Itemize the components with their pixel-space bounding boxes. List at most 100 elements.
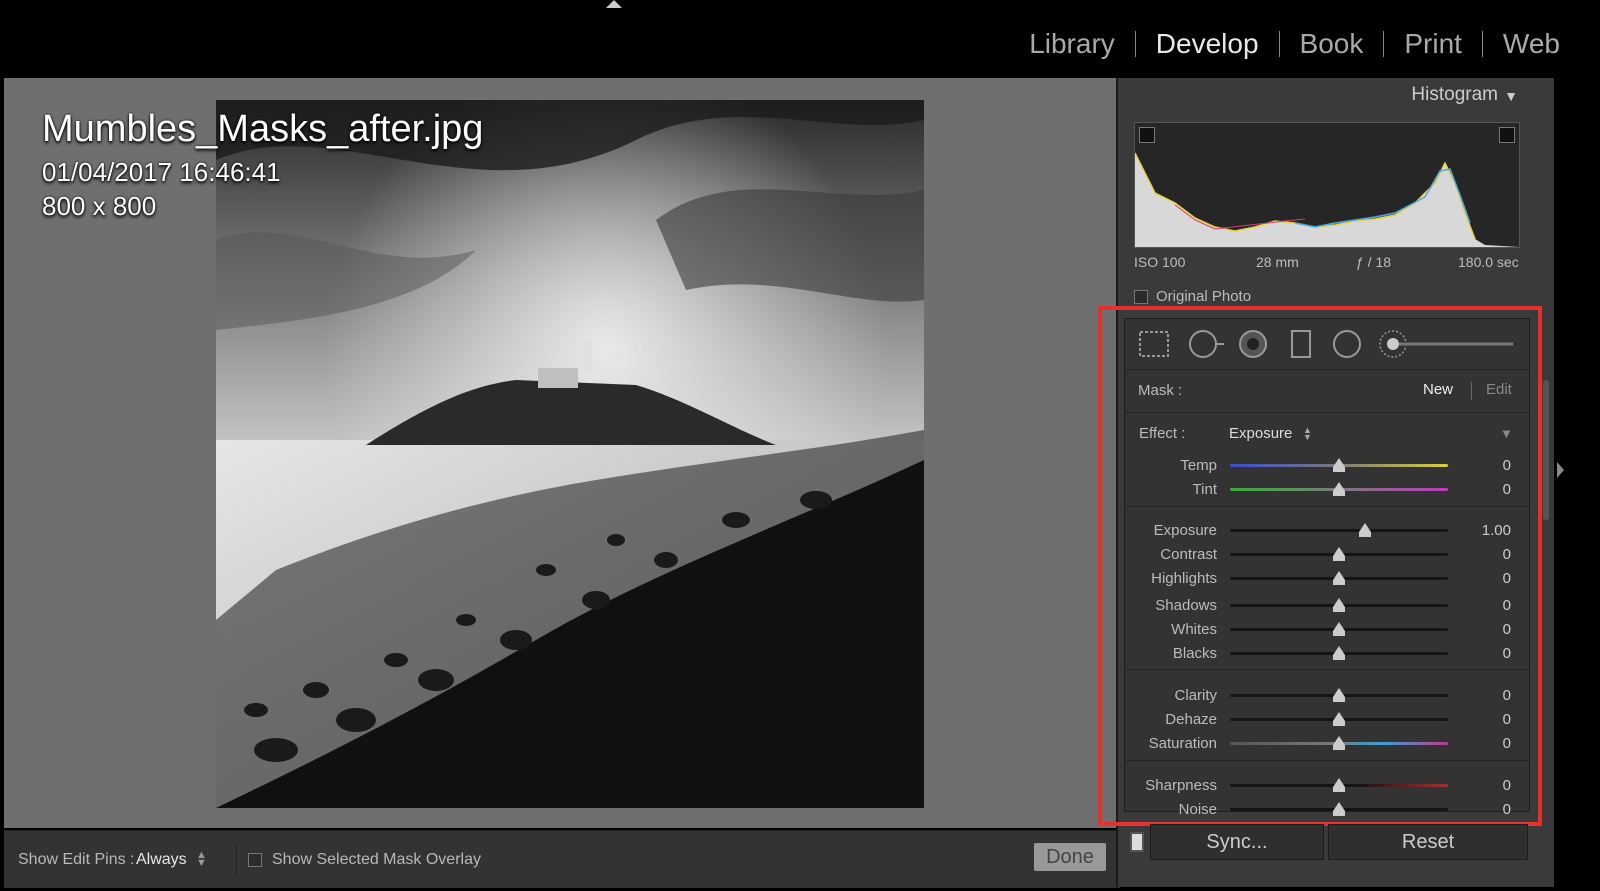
effect-preset-select[interactable]: Exposure (1229, 425, 1292, 442)
noise-slider-thumb[interactable] (1333, 802, 1345, 816)
sharpness-slider[interactable] (1230, 778, 1448, 792)
exposure-value[interactable]: 1.00 (1482, 522, 1511, 539)
whites-slider-thumb[interactable] (1333, 622, 1345, 636)
right-panel: Histogram ▼ ISO 100 28 mm ƒ / 18 180.0 s… (1116, 78, 1554, 887)
mask-edit-button[interactable]: Edit (1486, 381, 1512, 398)
temp-slider[interactable] (1230, 458, 1448, 472)
slider-row-blacks: Blacks 0 (1125, 643, 1529, 665)
mask-label: Mask : (1138, 382, 1183, 399)
slider-row-highlights: Highlights 0 (1125, 568, 1529, 590)
done-button[interactable]: Done (1034, 843, 1106, 871)
histogram-header[interactable]: Histogram ▼ (1118, 78, 1538, 110)
mask-overlay-checkbox[interactable] (248, 853, 262, 867)
expand-right-panel-icon[interactable] (1557, 462, 1564, 478)
whites-value[interactable]: 0 (1503, 621, 1511, 638)
slider-group-divider (1125, 669, 1529, 670)
collapse-top-panel-icon[interactable] (606, 0, 622, 8)
histogram-graph[interactable] (1134, 122, 1520, 248)
exif-shutter: 180.0 sec (1458, 254, 1519, 270)
mask-overlay-label: Show Selected Mask Overlay (272, 851, 481, 868)
shadows-slider-thumb[interactable] (1333, 598, 1345, 612)
mask-new-button[interactable]: New (1423, 381, 1453, 398)
updown-arrows-icon[interactable]: ▲ ▼ (196, 850, 207, 869)
effect-label: Effect : (1139, 425, 1186, 442)
collapse-triangle-icon[interactable]: ▼ (1504, 88, 1518, 104)
effect-collapse-icon[interactable]: ▼ (1500, 426, 1513, 441)
module-divider (1481, 31, 1483, 57)
photo-filename: Mumbles_Masks_after.jpg (42, 108, 484, 150)
dehaze-slider[interactable] (1230, 712, 1448, 726)
adjustment-brush-icon[interactable] (1377, 329, 1521, 359)
module-print[interactable]: Print (1394, 28, 1472, 60)
clarity-slider-thumb[interactable] (1333, 688, 1345, 702)
show-edit-pins-label: Show Edit Pins : (18, 851, 135, 868)
module-develop[interactable]: Develop (1146, 28, 1269, 60)
radial-filter-icon[interactable] (1331, 329, 1363, 359)
tint-slider-thumb[interactable] (1333, 482, 1345, 496)
sync-reset-row: Sync... Reset (1120, 824, 1532, 860)
tint-label: Tint (1192, 481, 1217, 498)
temp-slider-thumb[interactable] (1333, 458, 1345, 472)
reset-button[interactable]: Reset (1328, 824, 1528, 860)
blacks-slider-thumb[interactable] (1333, 646, 1345, 660)
spot-removal-icon[interactable] (1187, 329, 1227, 359)
module-web[interactable]: Web (1493, 28, 1570, 60)
tint-value[interactable]: 0 (1503, 481, 1511, 498)
noise-slider[interactable] (1230, 802, 1448, 816)
highlights-slider[interactable] (1230, 571, 1448, 585)
slider-group-divider (1125, 760, 1529, 761)
shadows-value[interactable]: 0 (1503, 597, 1511, 614)
saturation-slider-thumb[interactable] (1333, 736, 1345, 750)
sync-button[interactable]: Sync... (1150, 824, 1324, 860)
shadow-clipping-icon[interactable] (1139, 127, 1155, 143)
blacks-slider[interactable] (1230, 646, 1448, 660)
noise-value[interactable]: 0 (1503, 801, 1511, 818)
tint-slider[interactable] (1230, 482, 1448, 496)
contrast-slider-thumb[interactable] (1333, 547, 1345, 561)
mask-adjustment-panel: Mask : New Edit Effect : Exposure ▲ ▼ ▼ T… (1124, 318, 1530, 818)
saturation-value[interactable]: 0 (1503, 735, 1511, 752)
effect-updown-icon[interactable]: ▲ ▼ (1303, 426, 1312, 442)
highlight-clipping-icon[interactable] (1499, 127, 1515, 143)
exif-iso: ISO 100 (1134, 254, 1186, 270)
original-photo-checkbox[interactable] (1134, 290, 1148, 304)
highlights-value[interactable]: 0 (1503, 570, 1511, 587)
sharpness-slider-thumb[interactable] (1333, 778, 1345, 792)
whites-slider[interactable] (1230, 622, 1448, 636)
original-photo-label: Original Photo (1156, 288, 1252, 305)
exposure-slider[interactable] (1230, 523, 1448, 537)
slider-row-shadows: Shadows 0 (1125, 595, 1529, 617)
bottom-toolbar: Show Edit Pins : Always ▲ ▼ Show Selected… (4, 830, 1120, 888)
highlights-label: Highlights (1151, 570, 1217, 587)
slider-row-contrast: Contrast 0 (1125, 544, 1529, 566)
auto-sync-switch[interactable] (1130, 832, 1144, 852)
saturation-slider[interactable] (1230, 736, 1448, 750)
photo-info-overlay: Mumbles_Masks_after.jpg 01/04/2017 16:46… (42, 108, 483, 223)
contrast-slider[interactable] (1230, 547, 1448, 561)
temp-value[interactable]: 0 (1503, 457, 1511, 474)
contrast-value[interactable]: 0 (1503, 546, 1511, 563)
clarity-slider[interactable] (1230, 688, 1448, 702)
dehaze-slider-thumb[interactable] (1333, 712, 1345, 726)
contrast-label: Contrast (1160, 546, 1217, 563)
blacks-value[interactable]: 0 (1503, 645, 1511, 662)
exif-aperture: ƒ / 18 (1356, 254, 1392, 270)
shadows-slider[interactable] (1230, 598, 1448, 612)
sharpness-value[interactable]: 0 (1503, 777, 1511, 794)
clarity-value[interactable]: 0 (1503, 687, 1511, 704)
exposure-slider-thumb[interactable] (1359, 523, 1372, 537)
module-book[interactable]: Book (1290, 28, 1374, 60)
mask-mode-row: Mask : New Edit (1125, 370, 1529, 413)
slider-row-noise: Noise 0 (1125, 799, 1529, 821)
show-edit-pins-select[interactable]: Always (136, 851, 187, 869)
slider-row-sharpness: Sharpness 0 (1125, 775, 1529, 797)
module-library[interactable]: Library (1019, 28, 1125, 60)
crop-overlay-icon[interactable] (1137, 329, 1171, 359)
panel-scrollbar[interactable] (1543, 380, 1549, 520)
graduated-filter-icon[interactable] (1289, 329, 1313, 359)
highlights-slider-thumb[interactable] (1333, 571, 1345, 585)
dehaze-value[interactable]: 0 (1503, 711, 1511, 728)
module-divider (1278, 31, 1280, 57)
whites-label: Whites (1171, 621, 1217, 638)
red-eye-icon[interactable] (1237, 329, 1269, 359)
